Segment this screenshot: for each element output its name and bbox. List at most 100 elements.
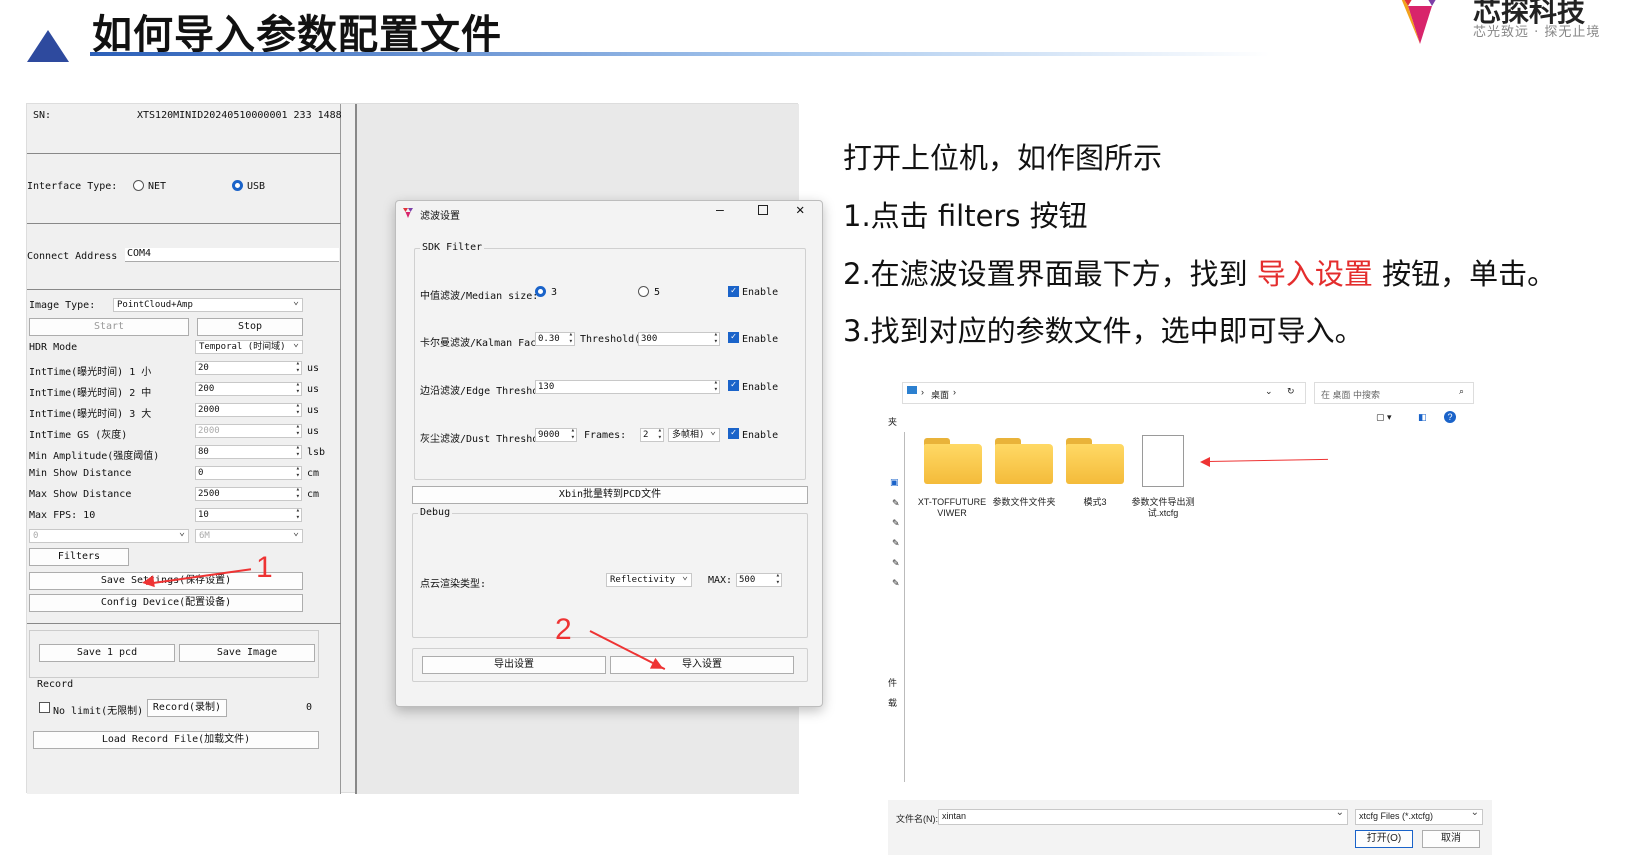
maximize-icon[interactable]	[758, 205, 768, 215]
enable-label: Enable	[742, 430, 779, 441]
sn-value: XTS120MINID20240510000001 233 1488	[137, 110, 342, 121]
load-record-button[interactable]: Load Record File(加载文件)	[33, 731, 319, 749]
file-dialog-footer: 文件名(N): xintan xtcfg Files (*.xtcfg) 打开(…	[888, 800, 1492, 855]
folder-icon[interactable]	[1066, 438, 1124, 484]
param-spinbox[interactable]: 2500	[195, 486, 302, 501]
hdr-mode-select[interactable]: Temporal (时间域)	[195, 340, 303, 354]
median-3-radio[interactable]	[535, 286, 546, 297]
max-label: MAX:	[708, 575, 733, 586]
param-spinbox[interactable]: 2000	[195, 423, 302, 438]
combo-b-select[interactable]: 6M	[195, 529, 303, 543]
filters-button[interactable]: Filters	[29, 548, 129, 566]
param-label: Max Show Distance	[29, 489, 132, 500]
search-box[interactable]: 在 桌面 中搜索 ⌕	[1314, 382, 1474, 404]
close-icon[interactable]: ✕	[796, 202, 804, 218]
save-pcd-button[interactable]: Save 1 pcd	[39, 644, 175, 662]
pin-icon[interactable]: ✎	[892, 578, 900, 589]
panel-divider	[355, 104, 357, 794]
param-label: IntTime(曝光时间) 1 小	[29, 367, 152, 378]
edge-enable-checkbox[interactable]: ✓	[728, 380, 739, 391]
kalman-spinbox[interactable]: 0.30	[535, 331, 575, 346]
arrow-head	[1200, 457, 1210, 467]
frames-mode-select[interactable]: 多帧相)	[668, 428, 720, 442]
dust-spinbox[interactable]: 9000	[535, 427, 577, 442]
search-placeholder: 在 桌面 中搜索	[1321, 390, 1381, 400]
sdk-filter-group	[414, 248, 806, 480]
stop-button[interactable]: Stop	[197, 318, 303, 336]
param-spinbox[interactable]: 2000	[195, 402, 302, 417]
save-image-button[interactable]: Save Image	[179, 644, 315, 662]
pin-icon[interactable]: ✎	[892, 498, 900, 509]
app-icon	[403, 208, 413, 218]
pin-icon[interactable]: ✎	[892, 558, 900, 569]
debug-label: Debug	[418, 507, 453, 518]
title-triangle-icon	[27, 30, 69, 62]
file-icon[interactable]	[1142, 435, 1184, 487]
pin-icon[interactable]: ✎	[892, 538, 900, 549]
param-unit: us	[307, 384, 320, 395]
sn-label: SN:	[33, 110, 52, 121]
param-unit: lsb	[307, 447, 326, 458]
help-icon[interactable]: ?	[1444, 411, 1456, 423]
combo-a-select[interactable]: 0	[29, 529, 189, 543]
cancel-button[interactable]: 取消	[1422, 830, 1480, 848]
edge-spinbox[interactable]: 130	[535, 379, 720, 394]
title-underline	[90, 52, 1270, 56]
open-button[interactable]: 打开(O)	[1355, 830, 1413, 848]
nav-pane-divider	[904, 432, 905, 782]
render-type-select[interactable]: Reflectivity	[606, 573, 692, 587]
median-5-label: 5	[654, 287, 661, 298]
param-spinbox[interactable]: 0	[195, 465, 302, 480]
median-5-radio[interactable]	[638, 286, 649, 297]
refresh-icon[interactable]: ↻	[1287, 386, 1295, 397]
param-unit: cm	[307, 489, 320, 500]
xbin-to-pcd-button[interactable]: Xbin批量转到PCD文件	[412, 486, 808, 504]
minimize-icon[interactable]: —	[716, 203, 724, 218]
threshold-spinbox[interactable]: 300	[638, 331, 720, 346]
param-spinbox[interactable]: 10	[195, 507, 302, 522]
view-options-icon[interactable]: ▢ ▾	[1376, 412, 1392, 423]
pin-icon[interactable]: ✎	[892, 518, 900, 529]
import-settings-button[interactable]: 导入设置	[610, 656, 794, 674]
median-enable-checkbox[interactable]: ✓	[728, 286, 739, 297]
connect-address-field[interactable]: COM4	[125, 248, 339, 262]
interface-net-radio[interactable]	[133, 180, 144, 191]
image-type-label: Image Type:	[29, 300, 96, 311]
image-type-select[interactable]: PointCloud+Amp	[113, 298, 303, 312]
folder-icon[interactable]	[924, 438, 982, 484]
param-spinbox[interactable]: 80	[195, 444, 302, 459]
dust-label: 灰尘滤波/Dust Thresho	[420, 434, 539, 445]
address-bar[interactable]: › 桌面 › ⌄ ↻	[902, 382, 1306, 404]
filename-input[interactable]: xintan	[938, 809, 1348, 825]
interface-usb-radio[interactable]	[232, 180, 243, 191]
record-button[interactable]: Record(录制)	[147, 699, 227, 717]
dust-enable-checkbox[interactable]: ✓	[728, 428, 739, 439]
max-spinbox[interactable]: 500	[736, 572, 782, 587]
frames-spinbox[interactable]: 2	[640, 427, 664, 442]
pin-icon[interactable]: ▣	[890, 477, 899, 488]
threshold-label: Threshold(	[580, 334, 641, 345]
start-button[interactable]: Start	[29, 318, 189, 336]
file-type-select[interactable]: xtcfg Files (*.xtcfg)	[1355, 809, 1483, 825]
kalman-enable-checkbox[interactable]: ✓	[728, 332, 739, 343]
param-unit: cm	[307, 468, 320, 479]
file-item-name[interactable]: 参数文件导出测试.xtcfg	[1118, 497, 1208, 519]
no-limit-checkbox[interactable]	[39, 702, 50, 713]
median-3-label: 3	[551, 287, 558, 298]
software-screenshot: SN: XTS120MINID20240510000001 233 1488 I…	[26, 103, 823, 794]
export-settings-button[interactable]: 导出设置	[422, 656, 606, 674]
folder-icon[interactable]	[995, 438, 1053, 484]
config-device-button[interactable]: Config Device(配置设备)	[29, 594, 303, 612]
chevron-down-icon[interactable]: ⌄	[1265, 386, 1273, 397]
nav-item-label: 件	[888, 678, 898, 688]
filter-settings-dialog: 滤波设置 — ✕ SDK Filter 中值滤波/Median size: 3 …	[395, 200, 823, 707]
file-open-dialog: › 桌面 › ⌄ ↻ 在 桌面 中搜索 ⌕ 夹 ▢ ▾ ◧ ? ▣ ✎ ✎ ✎ …	[888, 380, 1492, 855]
median-label: 中值滤波/Median size:	[420, 291, 539, 302]
param-spinbox[interactable]: 200	[195, 381, 302, 396]
param-spinbox[interactable]: 20	[195, 360, 302, 375]
step-2-text: 2.在滤波设置界面最下方，找到	[843, 257, 1257, 291]
enable-label: Enable	[742, 382, 779, 393]
preview-pane-icon[interactable]: ◧	[1418, 412, 1427, 423]
param-unit: us	[307, 426, 320, 437]
sdk-filter-label: SDK Filter	[420, 242, 485, 253]
